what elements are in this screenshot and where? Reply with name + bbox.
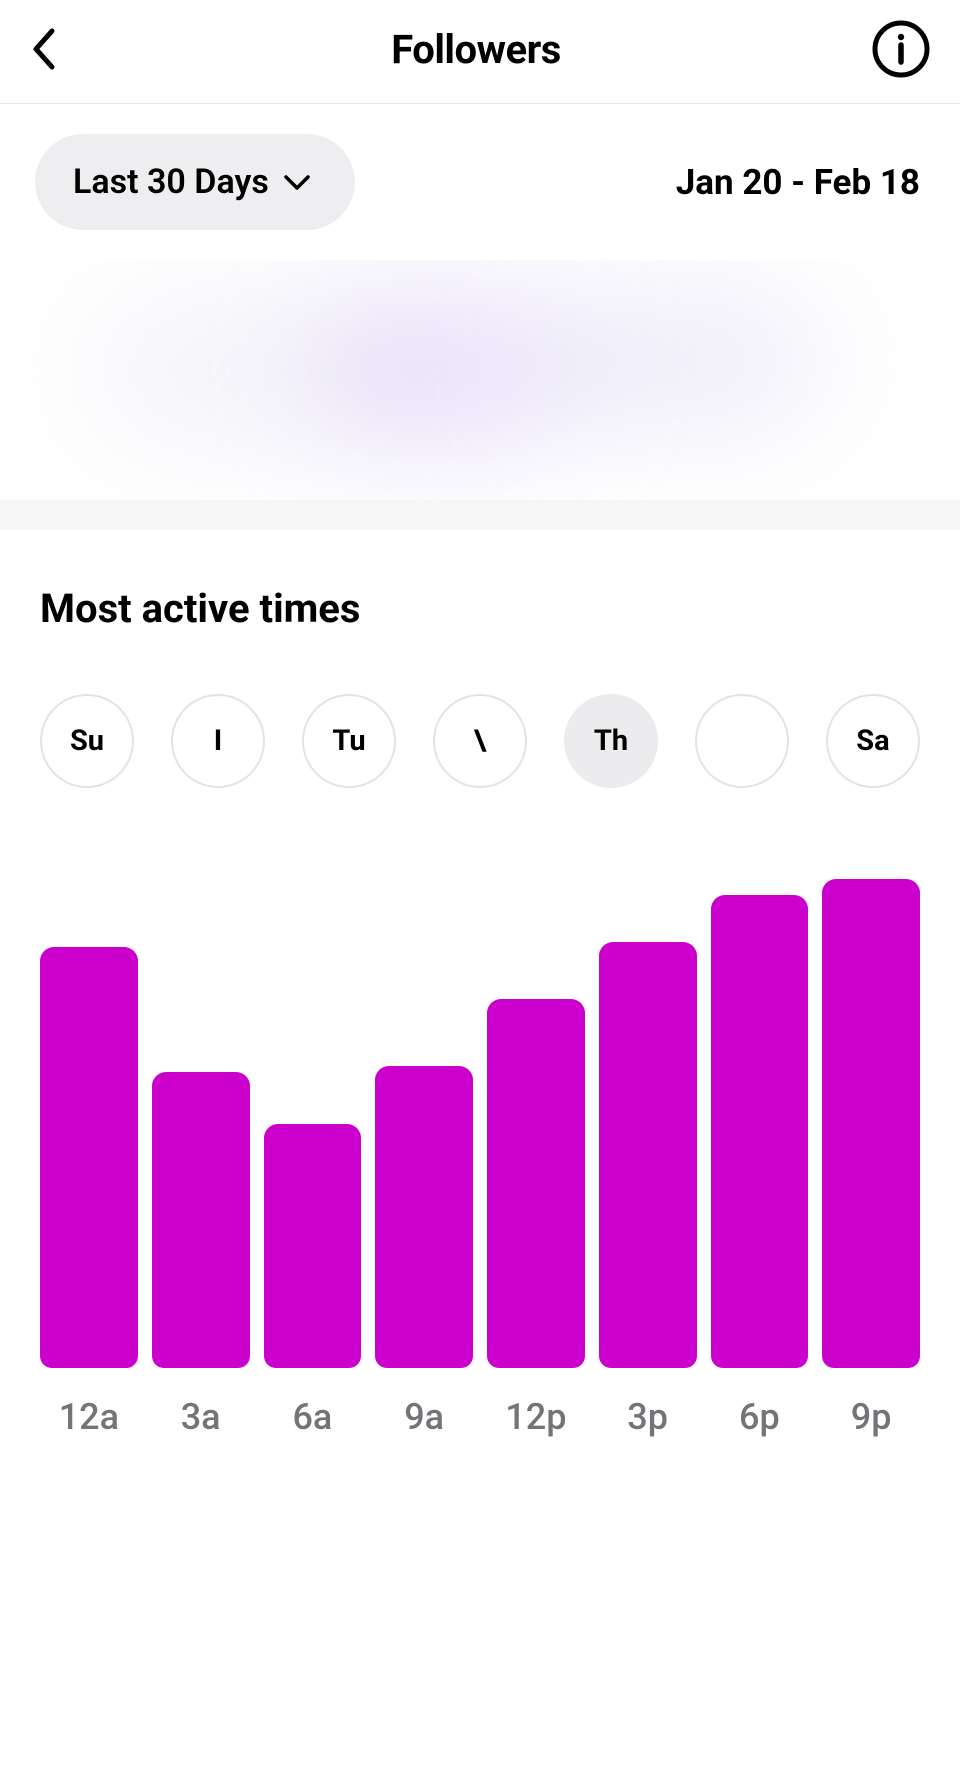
- xtick: 9p: [822, 1396, 920, 1438]
- day-chip-6[interactable]: Sa: [826, 694, 920, 788]
- bar-6p[interactable]: [711, 895, 809, 1368]
- day-chip-1[interactable]: I: [171, 694, 265, 788]
- info-button[interactable]: [872, 20, 930, 78]
- info-icon: [872, 20, 930, 78]
- day-chip-3[interactable]: \: [433, 694, 527, 788]
- bar-12a[interactable]: [40, 947, 138, 1368]
- day-chip-2[interactable]: Tu: [302, 694, 396, 788]
- back-button[interactable]: [30, 24, 80, 74]
- day-chip-0[interactable]: Su: [40, 694, 134, 788]
- xtick: 6p: [711, 1396, 809, 1438]
- xtick: 9a: [375, 1396, 473, 1438]
- day-chip-5[interactable]: [695, 694, 789, 788]
- filter-row: Last 30 Days Jan 20 - Feb 18: [0, 104, 960, 260]
- page-title: Followers: [391, 26, 561, 73]
- chart-bars: [40, 848, 920, 1368]
- chart-xaxis: 12a 3a 6a 9a 12p 3p 6p 9p: [40, 1368, 920, 1438]
- bar-9a[interactable]: [375, 1066, 473, 1368]
- bar-9p[interactable]: [822, 879, 920, 1368]
- bar-3p[interactable]: [599, 942, 697, 1368]
- xtick: 12a: [40, 1396, 138, 1438]
- period-selector[interactable]: Last 30 Days: [35, 134, 355, 230]
- chevron-left-icon: [30, 27, 58, 71]
- app-header: Followers: [0, 0, 960, 104]
- xtick: 3p: [599, 1396, 697, 1438]
- blurred-content: [0, 260, 960, 500]
- section-title: Most active times: [40, 585, 920, 632]
- chevron-down-icon: [283, 173, 311, 191]
- day-selector-row: Su I Tu \ Th Sa: [40, 694, 920, 788]
- day-chip-4[interactable]: Th: [564, 694, 658, 788]
- period-label: Last 30 Days: [73, 162, 269, 202]
- section-divider: [0, 500, 960, 530]
- xtick: 6a: [264, 1396, 362, 1438]
- bar-6a[interactable]: [264, 1124, 362, 1368]
- xtick: 12p: [487, 1396, 585, 1438]
- xtick: 3a: [152, 1396, 250, 1438]
- bar-3a[interactable]: [152, 1072, 250, 1368]
- bar-12p[interactable]: [487, 999, 585, 1368]
- date-range: Jan 20 - Feb 18: [676, 162, 920, 203]
- active-times-chart: 12a 3a 6a 9a 12p 3p 6p 9p: [0, 818, 960, 1458]
- active-times-section: Most active times Su I Tu \ Th Sa: [0, 530, 960, 818]
